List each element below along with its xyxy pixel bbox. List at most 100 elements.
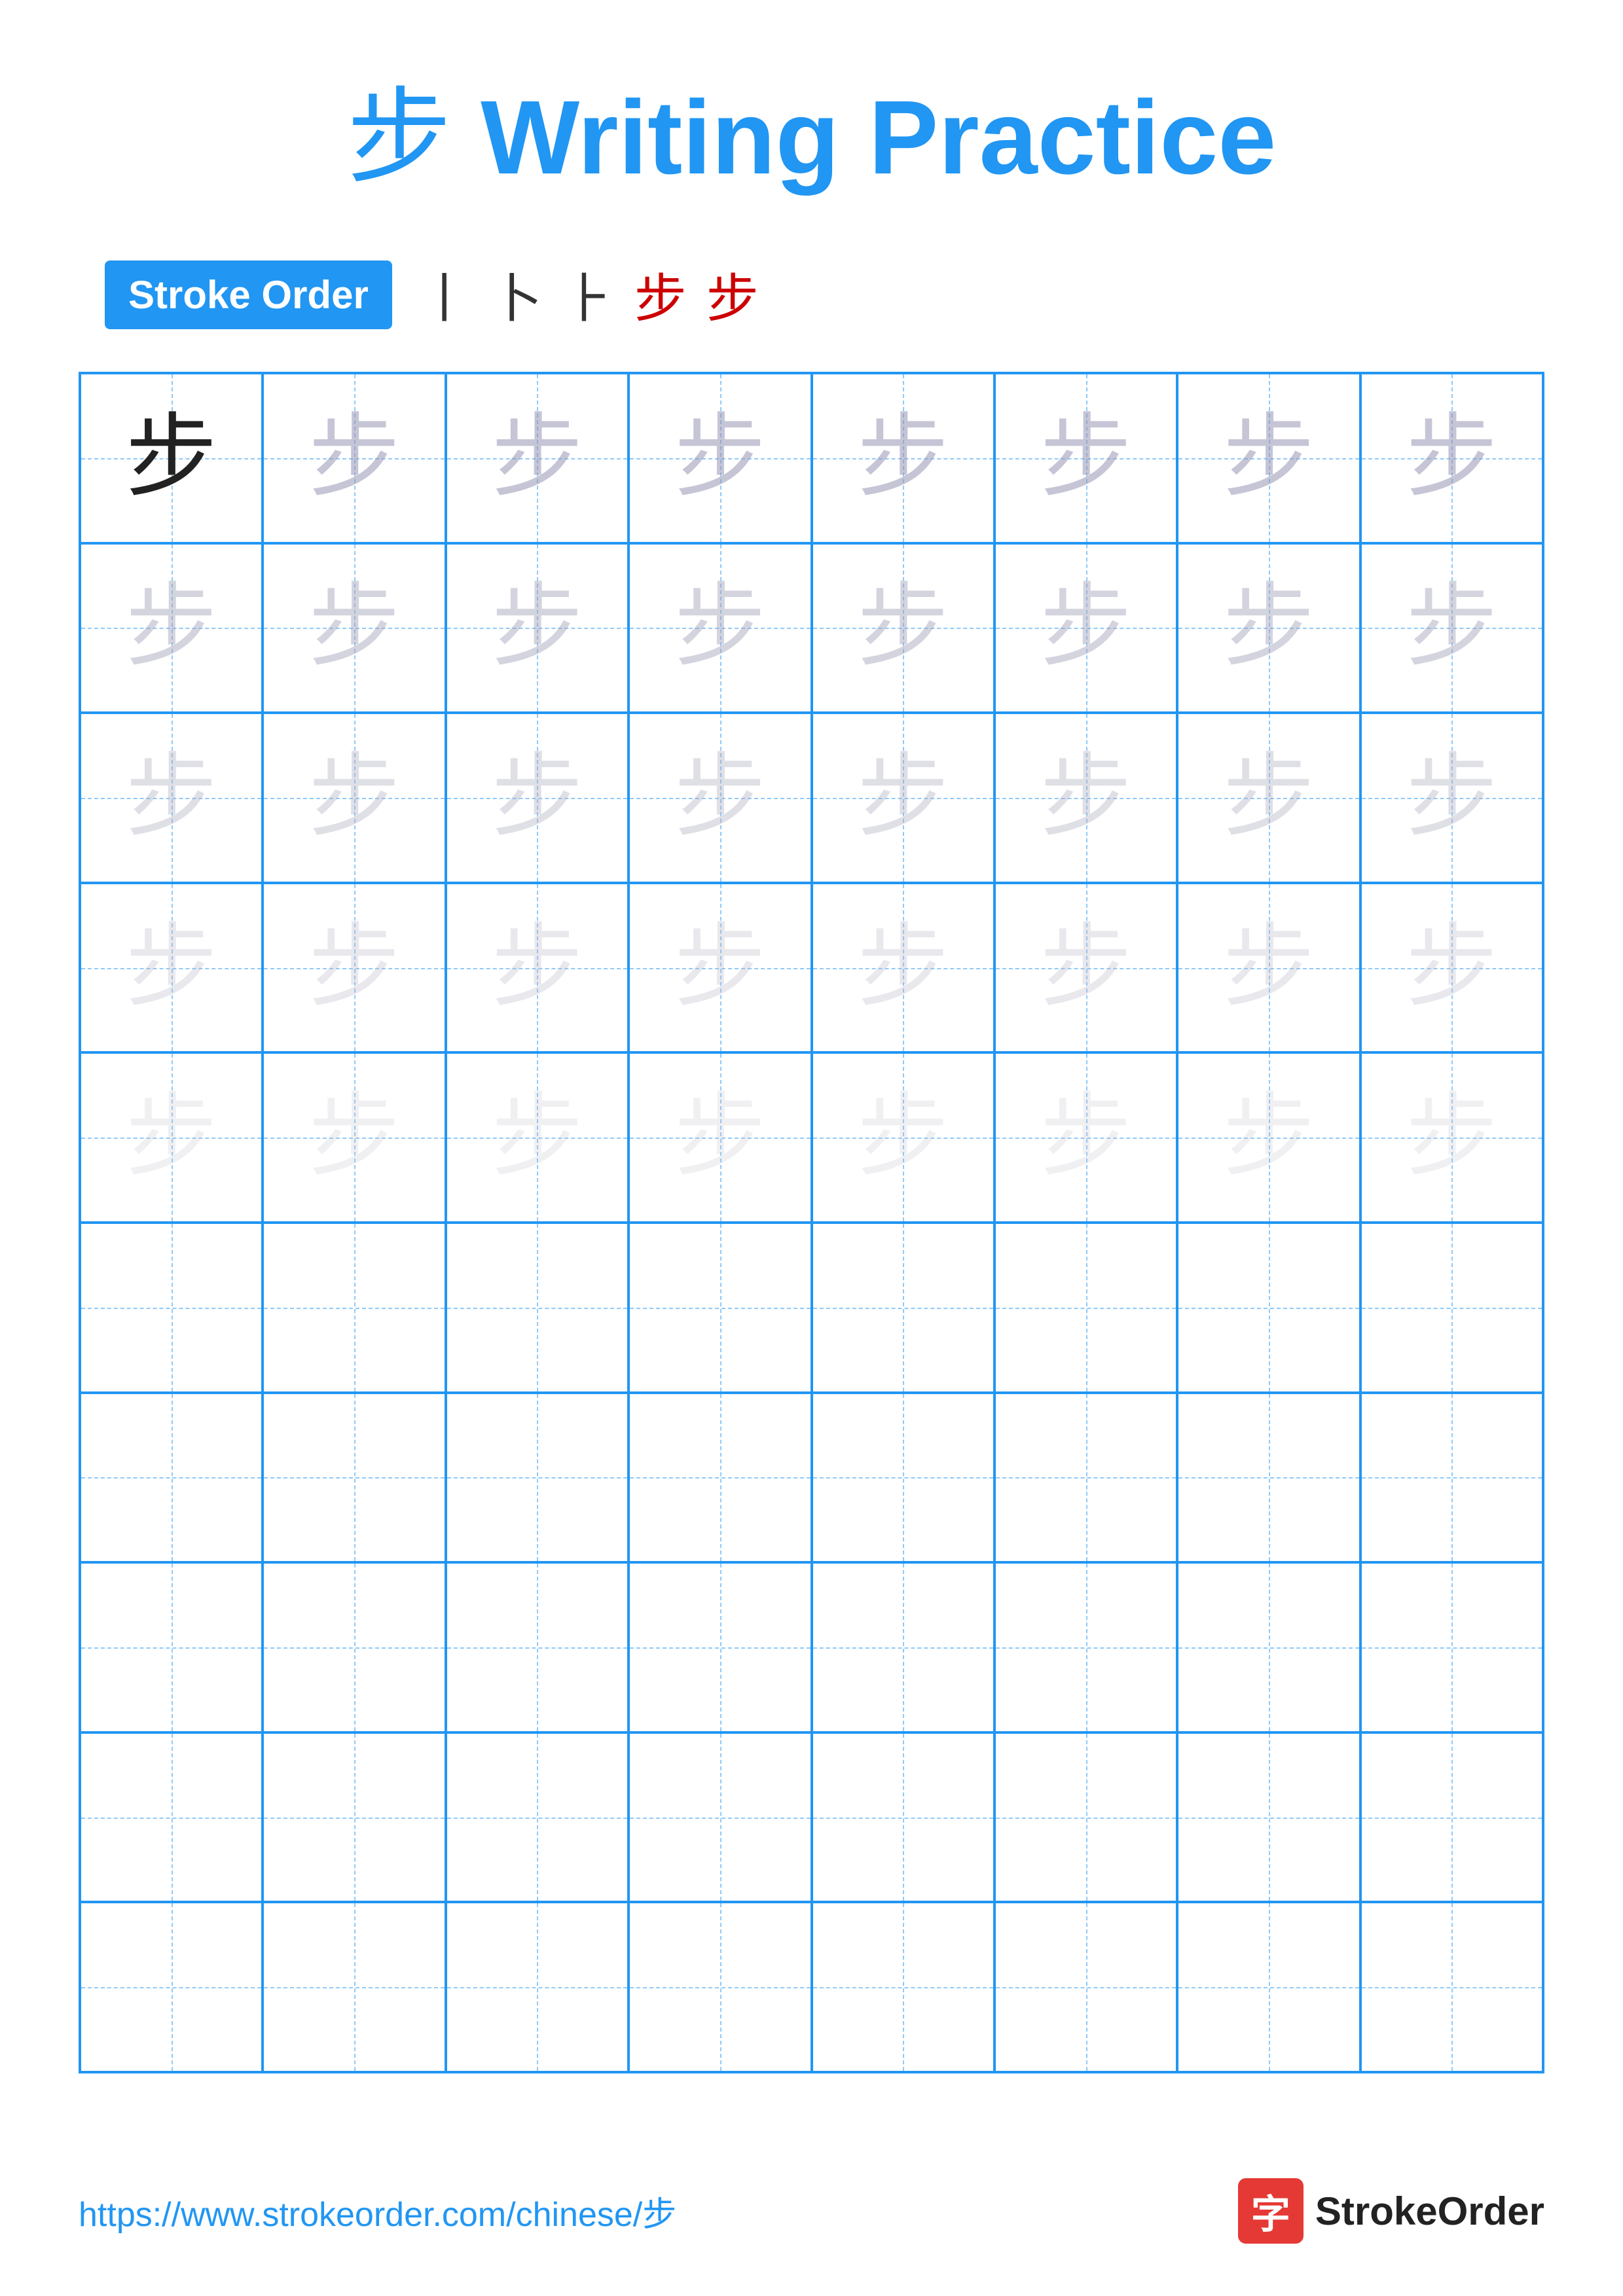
char-r2c4: 步: [674, 582, 766, 673]
practice-grid: 步 步 步 步 步 步 步 步 步 步 步 步 步 步 步 步 步 步 步 步 …: [79, 372, 1544, 2073]
grid-cell-r7c6[interactable]: [994, 1393, 1177, 1563]
grid-cell-r3c7[interactable]: 步: [1177, 713, 1360, 883]
char-r5c5: 步: [857, 1092, 949, 1183]
char-r4c1: 步: [126, 922, 217, 1014]
char-r2c3: 步: [491, 582, 583, 673]
grid-cell-r9c2[interactable]: [263, 1732, 445, 1903]
grid-cell-r1c1[interactable]: 步: [80, 373, 263, 543]
stroke-1: 丨: [418, 257, 471, 332]
grid-cell-r6c3[interactable]: [446, 1223, 629, 1393]
grid-cell-r5c6[interactable]: 步: [994, 1052, 1177, 1223]
grid-cell-r3c4[interactable]: 步: [629, 713, 811, 883]
grid-cell-r5c8[interactable]: 步: [1360, 1052, 1543, 1223]
char-r4c5: 步: [857, 922, 949, 1014]
grid-cell-r8c3[interactable]: [446, 1562, 629, 1732]
grid-cell-r10c6[interactable]: [994, 1902, 1177, 2072]
grid-cell-r3c3[interactable]: 步: [446, 713, 629, 883]
grid-cell-r9c1[interactable]: [80, 1732, 263, 1903]
grid-cell-r6c7[interactable]: [1177, 1223, 1360, 1393]
grid-cell-r10c4[interactable]: [629, 1902, 811, 2072]
grid-cell-r1c6[interactable]: 步: [994, 373, 1177, 543]
grid-cell-r5c7[interactable]: 步: [1177, 1052, 1360, 1223]
grid-cell-r2c7[interactable]: 步: [1177, 543, 1360, 713]
grid-cell-r10c1[interactable]: [80, 1902, 263, 2072]
grid-cell-r10c8[interactable]: [1360, 1902, 1543, 2072]
grid-cell-r10c7[interactable]: [1177, 1902, 1360, 2072]
grid-cell-r7c3[interactable]: [446, 1393, 629, 1563]
char-r2c5: 步: [857, 582, 949, 673]
grid-cell-r2c8[interactable]: 步: [1360, 543, 1543, 713]
grid-cell-r9c3[interactable]: [446, 1732, 629, 1903]
grid-cell-r6c2[interactable]: [263, 1223, 445, 1393]
grid-cell-r10c2[interactable]: [263, 1902, 445, 2072]
grid-cell-r8c5[interactable]: [812, 1562, 994, 1732]
grid-cell-r9c4[interactable]: [629, 1732, 811, 1903]
grid-cell-r7c5[interactable]: [812, 1393, 994, 1563]
grid-cell-r1c7[interactable]: 步: [1177, 373, 1360, 543]
stroke-3: ⺊: [562, 257, 615, 332]
grid-cell-r8c2[interactable]: [263, 1562, 445, 1732]
grid-cell-r4c3[interactable]: 步: [446, 883, 629, 1053]
grid-cell-r6c6[interactable]: [994, 1223, 1177, 1393]
grid-cell-r6c1[interactable]: [80, 1223, 263, 1393]
stroke-4: 步: [634, 257, 687, 332]
grid-cell-r2c4[interactable]: 步: [629, 543, 811, 713]
grid-cell-r3c6[interactable]: 步: [994, 713, 1177, 883]
strokeorder-logo-icon: 字: [1238, 2178, 1304, 2244]
char-r1c3: 步: [491, 412, 583, 504]
grid-cell-r1c8[interactable]: 步: [1360, 373, 1543, 543]
grid-cell-r5c3[interactable]: 步: [446, 1052, 629, 1223]
grid-cell-r7c7[interactable]: [1177, 1393, 1360, 1563]
grid-cell-r4c8[interactable]: 步: [1360, 883, 1543, 1053]
grid-cell-r1c3[interactable]: 步: [446, 373, 629, 543]
grid-cell-r5c2[interactable]: 步: [263, 1052, 445, 1223]
grid-cell-r9c5[interactable]: [812, 1732, 994, 1903]
grid-cell-r10c3[interactable]: [446, 1902, 629, 2072]
grid-cell-r7c4[interactable]: [629, 1393, 811, 1563]
grid-cell-r4c7[interactable]: 步: [1177, 883, 1360, 1053]
grid-cell-r8c1[interactable]: [80, 1562, 263, 1732]
grid-cell-r4c2[interactable]: 步: [263, 883, 445, 1053]
grid-cell-r7c1[interactable]: [80, 1393, 263, 1563]
stroke-order-section: Stroke Order 丨 卜 ⺊ 步 步: [105, 257, 1544, 332]
grid-cell-r8c7[interactable]: [1177, 1562, 1360, 1732]
grid-cell-r8c8[interactable]: [1360, 1562, 1543, 1732]
grid-cell-r2c5[interactable]: 步: [812, 543, 994, 713]
grid-cell-r4c5[interactable]: 步: [812, 883, 994, 1053]
stroke-5: 步: [706, 257, 759, 332]
grid-cell-r4c6[interactable]: 步: [994, 883, 1177, 1053]
grid-cell-r8c6[interactable]: [994, 1562, 1177, 1732]
grid-cell-r8c4[interactable]: [629, 1562, 811, 1732]
grid-cell-r1c2[interactable]: 步: [263, 373, 445, 543]
grid-cell-r4c1[interactable]: 步: [80, 883, 263, 1053]
grid-cell-r1c4[interactable]: 步: [629, 373, 811, 543]
grid-cell-r2c3[interactable]: 步: [446, 543, 629, 713]
grid-cell-r3c8[interactable]: 步: [1360, 713, 1543, 883]
grid-cell-r4c4[interactable]: 步: [629, 883, 811, 1053]
grid-cell-r6c4[interactable]: [629, 1223, 811, 1393]
grid-cell-r9c6[interactable]: [994, 1732, 1177, 1903]
footer-url[interactable]: https://www.strokeorder.com/chinese/步: [79, 2187, 676, 2236]
grid-cell-r7c8[interactable]: [1360, 1393, 1543, 1563]
grid-cell-r3c1[interactable]: 步: [80, 713, 263, 883]
grid-cell-r5c1[interactable]: 步: [80, 1052, 263, 1223]
grid-cell-r5c5[interactable]: 步: [812, 1052, 994, 1223]
grid-cell-r6c8[interactable]: [1360, 1223, 1543, 1393]
grid-cell-r9c7[interactable]: [1177, 1732, 1360, 1903]
grid-cell-r3c5[interactable]: 步: [812, 713, 994, 883]
char-r3c7: 步: [1223, 752, 1315, 844]
grid-cell-r10c5[interactable]: [812, 1902, 994, 2072]
char-r5c4: 步: [674, 1092, 766, 1183]
grid-cell-r5c4[interactable]: 步: [629, 1052, 811, 1223]
grid-cell-r1c5[interactable]: 步: [812, 373, 994, 543]
grid-cell-r2c2[interactable]: 步: [263, 543, 445, 713]
grid-cell-r3c2[interactable]: 步: [263, 713, 445, 883]
char-r2c2: 步: [308, 582, 400, 673]
grid-cell-r9c8[interactable]: [1360, 1732, 1543, 1903]
char-r2c8: 步: [1406, 582, 1497, 673]
grid-cell-r2c1[interactable]: 步: [80, 543, 263, 713]
grid-cell-r6c5[interactable]: [812, 1223, 994, 1393]
char-r1c4: 步: [674, 412, 766, 504]
grid-cell-r2c6[interactable]: 步: [994, 543, 1177, 713]
grid-cell-r7c2[interactable]: [263, 1393, 445, 1563]
